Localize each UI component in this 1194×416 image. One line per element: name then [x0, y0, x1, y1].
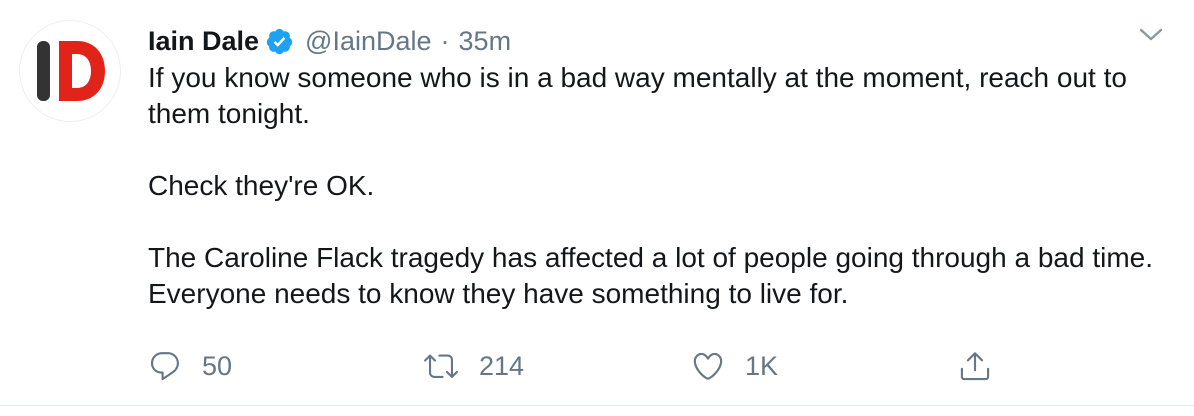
share-button[interactable]: [958, 344, 992, 388]
avatar-text: ID: [19, 20, 20, 21]
chevron-down-icon[interactable]: [1136, 22, 1166, 46]
avatar[interactable]: ID: [19, 20, 121, 122]
tweet-card[interactable]: ID Iain Dale @IainDale · 35m If you know…: [0, 0, 1194, 406]
id-logo-icon: ID: [19, 20, 105, 101]
retweet-icon: [424, 354, 458, 378]
display-name[interactable]: Iain Dale: [148, 26, 259, 57]
reply-icon: [150, 352, 179, 381]
like-count: 1K: [745, 350, 779, 381]
tweet-actions: 50 214 1K: [148, 344, 1178, 388]
timestamp[interactable]: 35m: [459, 26, 512, 57]
verified-badge-icon: [265, 27, 294, 56]
tweet-header: Iain Dale @IainDale · 35m: [148, 21, 511, 61]
user-handle[interactable]: @IainDale: [305, 26, 431, 57]
tweet-text: If you know someone who is in a bad way …: [148, 60, 1168, 312]
retweet-count: 214: [479, 350, 525, 381]
heart-icon: [693, 352, 723, 380]
separator-dot: ·: [440, 25, 450, 56]
tweet-paragraph: Check they're OK.: [148, 170, 375, 201]
reply-button[interactable]: 50: [148, 344, 232, 388]
tweet-paragraph: If you know someone who is in a bad way …: [148, 62, 1127, 129]
like-button[interactable]: 1K: [691, 344, 778, 388]
reply-count: 50: [202, 350, 233, 381]
retweet-button[interactable]: 214: [423, 344, 524, 388]
share-icon: [960, 352, 990, 381]
tweet-paragraph: The Caroline Flack tragedy has affected …: [148, 242, 1154, 309]
